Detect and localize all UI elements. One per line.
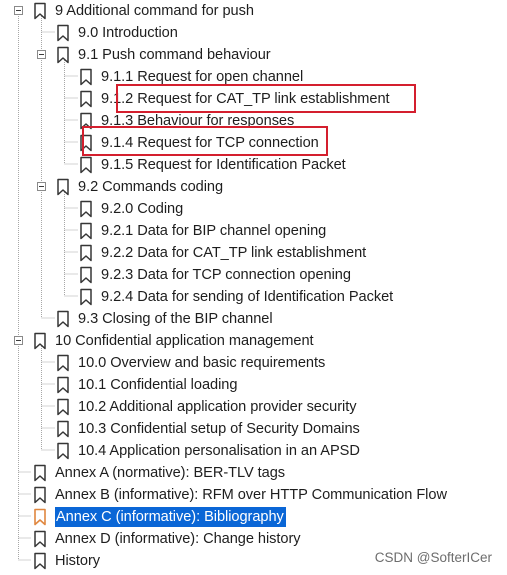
bookmark-label: 9.0 Introduction — [78, 25, 178, 41]
bookmark-icon — [80, 222, 92, 240]
bookmark-icon — [57, 442, 69, 460]
collapse-9-1-button[interactable] — [37, 50, 46, 59]
bookmark-9-2-4-data-for-sending-of-identification-packet[interactable]: 9.2.4 Data for sending of Identification… — [79, 286, 395, 308]
bookmark-annex-a-ber-tlv-tags[interactable]: Annex A (normative): BER-TLV tags — [33, 462, 287, 484]
bookmark-label: 9.2.1 Data for BIP channel opening — [101, 223, 327, 239]
bookmark-label: 10.0 Overview and basic requirements — [78, 355, 326, 371]
red-highlight-box-tcp-connection — [82, 126, 328, 156]
collapse-10-button[interactable] — [14, 336, 23, 345]
selected-bookmark-label: Annex C (informative): Bibliography — [55, 507, 286, 527]
bookmark-icon — [57, 46, 69, 64]
bookmark-9-1-5-request-for-identification-packet[interactable]: 9.1.5 Request for Identification Packet — [79, 154, 348, 176]
bookmark-label: 10.1 Confidential loading — [78, 377, 238, 393]
bookmark-icon — [80, 200, 92, 218]
bookmark-10-4-application-personalisation-in-an-apsd[interactable]: 10.4 Application personalisation in an A… — [56, 440, 362, 462]
bookmark-icon — [57, 354, 69, 372]
bookmark-label: Annex A (normative): BER-TLV tags — [55, 465, 286, 481]
bookmark-label: History — [55, 553, 101, 569]
bookmark-9-0-introduction[interactable]: 9.0 Introduction — [56, 22, 180, 44]
bookmark-label: 10.4 Application personalisation in an A… — [78, 443, 360, 459]
bookmark-label: Annex B (informative): RFM over HTTP Com… — [55, 487, 447, 503]
bookmark-10-3-confidential-setup-of-security-domains[interactable]: 10.3 Confidential setup of Security Doma… — [56, 418, 362, 440]
bookmark-icon — [57, 178, 69, 196]
bookmark-10-1-confidential-loading[interactable]: 10.1 Confidential loading — [56, 374, 239, 396]
bookmark-10-confidential-application-management[interactable]: 10 Confidential application management — [33, 330, 316, 352]
bookmark-icon — [57, 310, 69, 328]
bookmark-label: 9.2 Commands coding — [78, 179, 224, 195]
bookmark-icon — [57, 24, 69, 42]
bookmark-9-additional-command-for-push[interactable]: 9 Additional command for push — [33, 0, 256, 22]
bookmark-9-2-2-data-for-cat-tp-link-establishment[interactable]: 9.2.2 Data for CAT_TP link establishment — [79, 242, 368, 264]
bookmark-9-1-push-command-behaviour[interactable]: 9.1 Push command behaviour — [56, 44, 273, 66]
bookmark-icon — [34, 2, 46, 20]
collapse-9-button[interactable] — [14, 6, 23, 15]
bookmark-annex-c-bibliography-selected[interactable]: Annex C (informative): Bibliography — [33, 506, 286, 528]
bookmark-icon — [80, 90, 92, 108]
bookmark-label: 10.2 Additional application provider sec… — [78, 399, 357, 415]
collapse-9-2-button[interactable] — [37, 182, 46, 191]
bookmark-label: 9.2.4 Data for sending of Identification… — [101, 289, 394, 305]
bookmark-label: 9.2.2 Data for CAT_TP link establishment — [101, 245, 367, 261]
bookmark-icon — [57, 376, 69, 394]
bookmark-label: 10.3 Confidential setup of Security Doma… — [78, 421, 360, 437]
bookmark-9-2-0-coding[interactable]: 9.2.0 Coding — [79, 198, 185, 220]
bookmark-icon — [80, 244, 92, 262]
bookmark-label: Annex D (informative): Change history — [55, 531, 301, 547]
bookmark-annex-b-rfm-over-http-communication-flow[interactable]: Annex B (informative): RFM over HTTP Com… — [33, 484, 449, 506]
red-highlight-box-cat-tp — [116, 84, 416, 113]
bookmark-label: 9 Additional command for push — [55, 3, 254, 19]
bookmark-label: 9.2.0 Coding — [101, 201, 184, 217]
bookmark-icon — [57, 420, 69, 438]
bookmark-icon — [34, 486, 46, 504]
watermark-text: CSDN @SofterICer — [374, 550, 492, 565]
bookmark-annex-d-change-history[interactable]: Annex D (informative): Change history — [33, 528, 303, 550]
bookmark-label: 9.3 Closing of the BIP channel — [78, 311, 273, 327]
bookmark-tree[interactable]: 9 Additional command for push 9.0 Introd… — [0, 0, 507, 575]
bookmark-icon — [80, 266, 92, 284]
bookmark-label: 9.2.3 Data for TCP connection opening — [101, 267, 351, 283]
bookmark-9-2-commands-coding[interactable]: 9.2 Commands coding — [56, 176, 225, 198]
bookmark-icon — [57, 398, 69, 416]
bookmark-label: 9.1 Push command behaviour — [78, 47, 271, 63]
bookmark-icon — [34, 508, 46, 526]
bookmark-label: 10 Confidential application management — [55, 333, 314, 349]
bookmark-icon — [80, 288, 92, 306]
bookmark-9-2-1-data-for-bip-channel-opening[interactable]: 9.2.1 Data for BIP channel opening — [79, 220, 328, 242]
bookmark-history[interactable]: History — [33, 550, 102, 572]
bookmark-icon — [34, 530, 46, 548]
bookmark-10-2-additional-application-provider-security[interactable]: 10.2 Additional application provider sec… — [56, 396, 358, 418]
bookmark-icon — [80, 68, 92, 86]
bookmark-9-3-closing-of-the-bip-channel[interactable]: 9.3 Closing of the BIP channel — [56, 308, 275, 330]
bookmark-icon — [34, 552, 46, 570]
bookmark-9-2-3-data-for-tcp-connection-opening[interactable]: 9.2.3 Data for TCP connection opening — [79, 264, 353, 286]
bookmark-icon — [34, 332, 46, 350]
bookmark-icon — [34, 464, 46, 482]
bookmark-label: 9.1.5 Request for Identification Packet — [101, 157, 346, 173]
bookmark-10-0-overview-and-basic-requirements[interactable]: 10.0 Overview and basic requirements — [56, 352, 327, 374]
bookmark-icon — [80, 156, 92, 174]
